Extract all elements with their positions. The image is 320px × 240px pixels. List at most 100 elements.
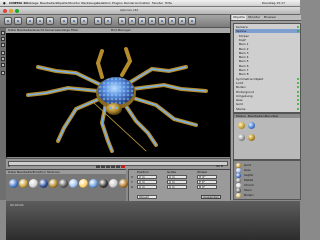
points-mode-button[interactable]	[1, 31, 5, 35]
attr-tab-mode[interactable]: Modus	[236, 114, 246, 118]
visibility-dot-icon[interactable]	[300, 35, 301, 37]
material-swatch[interactable]	[109, 179, 118, 188]
size-y-field[interactable]: 0 m	[167, 180, 187, 184]
x-axis-button[interactable]	[60, 17, 68, 25]
spline-object-button[interactable]	[128, 17, 136, 25]
visibility-dot-icon[interactable]	[300, 65, 301, 67]
visibility-dot-icon[interactable]	[297, 77, 299, 80]
material-menu-bearbeiten[interactable]: Bearbeiten	[17, 170, 33, 174]
visibility-dot-icon[interactable]	[297, 86, 299, 89]
move-tool-button[interactable]	[26, 17, 34, 25]
go-to-start-button[interactable]	[96, 165, 100, 168]
scene-object-button[interactable]	[168, 17, 176, 25]
scale-tool-button[interactable]	[36, 17, 44, 25]
visibility-dot-icon[interactable]	[297, 103, 299, 106]
material-swatch[interactable]	[49, 179, 58, 188]
material-menu-texturen[interactable]: Texturen	[47, 170, 60, 174]
object-list-item[interactable]: Steine	[235, 107, 300, 111]
tab-structure[interactable]: Struktur	[247, 15, 261, 20]
material-preview-swatch[interactable]	[248, 122, 255, 129]
size-x-field[interactable]: 0 m	[167, 175, 187, 179]
menu-fenster[interactable]: Fenster	[152, 1, 163, 5]
y-axis-button[interactable]	[70, 17, 78, 25]
record-button[interactable]	[121, 165, 125, 168]
camera-object-button[interactable]	[178, 17, 186, 25]
material-list-item[interactable]: Boden	[244, 193, 254, 197]
material-swatch[interactable]	[89, 179, 98, 188]
visibility-dot-icon[interactable]	[297, 30, 299, 33]
menu-bearbeiten[interactable]: Bearbeiten	[40, 1, 56, 5]
material-list-item[interactable]: Metall	[244, 178, 253, 182]
snap-button[interactable]	[1, 71, 5, 75]
close-window-icon[interactable]	[3, 9, 7, 13]
menu-animation[interactable]: Animation	[135, 1, 150, 5]
visibility-dot-icon[interactable]	[297, 26, 299, 28]
size-z-field[interactable]: 0 m	[167, 185, 187, 189]
tab-objects[interactable]: Objekte	[232, 15, 246, 20]
material-swatch[interactable]	[39, 179, 48, 188]
go-to-end-button[interactable]	[116, 165, 120, 168]
visibility-dot-icon[interactable]	[300, 73, 301, 75]
material-swatch[interactable]	[79, 179, 88, 188]
visibility-dot-icon[interactable]	[300, 69, 301, 71]
deformer-button[interactable]	[158, 17, 166, 25]
attr-tab-user[interactable]: Benutzer	[265, 114, 279, 118]
minimize-window-icon[interactable]	[9, 9, 13, 13]
menu-render[interactable]: Render	[124, 1, 135, 5]
step-forward-button[interactable]	[111, 165, 115, 168]
menu-werkzeuge[interactable]: Werkzeuge	[81, 1, 98, 5]
visibility-dot-icon[interactable]	[300, 60, 301, 62]
menu-ablage[interactable]: Ablage	[28, 1, 38, 5]
rotate-tool-button[interactable]	[46, 17, 54, 25]
material-list-item[interactable]: Chrom	[244, 183, 254, 187]
visibility-dot-icon[interactable]	[297, 107, 299, 110]
polygons-mode-button[interactable]	[1, 43, 5, 47]
material-preview-swatch[interactable]	[248, 134, 255, 141]
zoom-window-icon[interactable]	[15, 9, 19, 13]
menu-hilfe[interactable]: Hilfe	[165, 1, 172, 5]
apple-menu-icon[interactable]: ●	[3, 1, 6, 5]
coord-mode-select[interactable]: Objekt	[137, 195, 157, 199]
rotation-h-field[interactable]: H 0°	[197, 175, 217, 179]
z-axis-button[interactable]	[80, 17, 88, 25]
material-swatch[interactable]	[19, 179, 28, 188]
menu-objekte[interactable]: Objekte	[56, 1, 68, 5]
material-swatch[interactable]	[59, 179, 68, 188]
tab-browser[interactable]: Browser	[263, 15, 277, 20]
position-x-field[interactable]: 0 m	[137, 175, 157, 179]
menu-selektion[interactable]: Selektion	[97, 1, 111, 5]
position-y-field[interactable]: 0 m	[137, 180, 157, 184]
apply-button[interactable]: Anwenden	[201, 195, 221, 199]
material-list-item[interactable]: Glas	[244, 168, 251, 172]
step-back-button[interactable]	[101, 165, 105, 168]
material-preview-swatch[interactable]	[238, 122, 245, 129]
visibility-dot-icon[interactable]	[300, 48, 301, 50]
visibility-dot-icon[interactable]	[300, 56, 301, 58]
material-list-swatch[interactable]	[236, 193, 241, 198]
visibility-dot-icon[interactable]	[300, 52, 301, 54]
model-mode-button[interactable]	[1, 51, 5, 55]
cube-object-button[interactable]	[118, 17, 126, 25]
material-swatch[interactable]	[99, 179, 108, 188]
material-list-item[interactable]: Stein	[244, 188, 252, 192]
material-swatch[interactable]	[119, 179, 128, 188]
visibility-dot-icon[interactable]	[297, 90, 299, 93]
axis-mode-button[interactable]	[1, 63, 5, 67]
visibility-dot-icon[interactable]	[297, 94, 299, 97]
undo-button[interactable]	[4, 17, 12, 25]
nurbs-object-button[interactable]	[138, 17, 146, 25]
material-list-item[interactable]: Saphir	[244, 173, 254, 177]
edges-mode-button[interactable]	[1, 37, 5, 41]
material-swatch[interactable]	[9, 179, 18, 188]
visibility-dot-icon[interactable]	[297, 81, 299, 84]
array-object-button[interactable]	[148, 17, 156, 25]
menu-plugins[interactable]: Plugins	[112, 1, 123, 5]
visibility-dot-icon[interactable]	[300, 43, 301, 45]
attr-tab-edit[interactable]: Bearbeiten	[248, 114, 264, 118]
rotation-p-field[interactable]: P 0°	[197, 180, 217, 184]
render-viewport[interactable]	[6, 33, 230, 157]
render-picture-button[interactable]	[104, 17, 112, 25]
material-preview-swatch[interactable]	[238, 134, 245, 141]
play-button[interactable]	[106, 165, 110, 168]
visibility-dot-icon[interactable]	[297, 99, 299, 102]
